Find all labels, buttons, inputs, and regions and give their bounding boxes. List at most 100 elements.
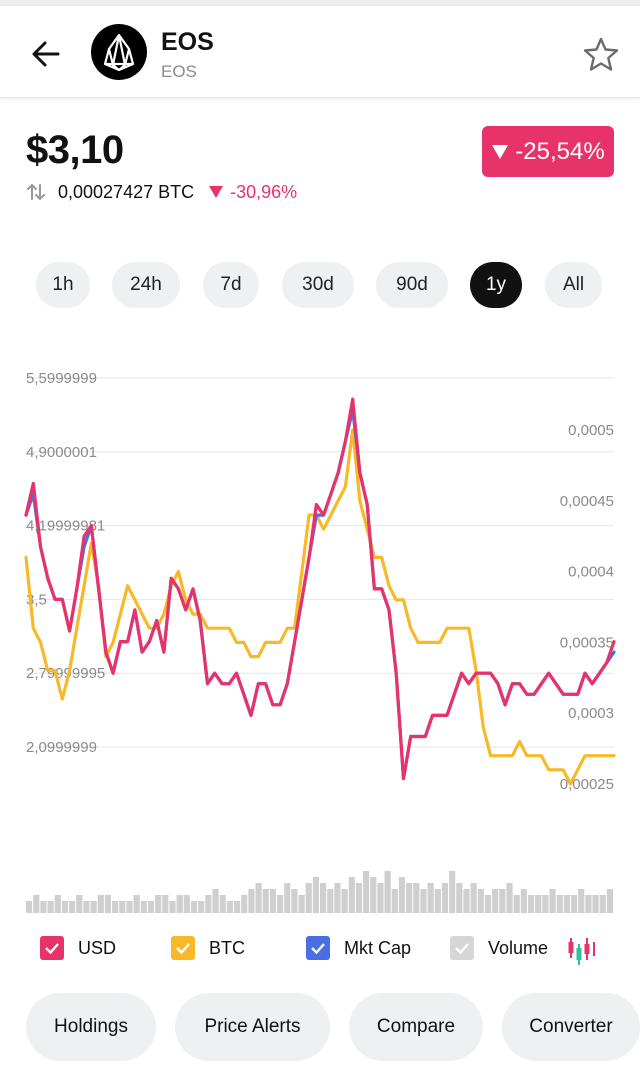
legend-mkt-cap[interactable]: Mkt Cap	[306, 936, 411, 960]
chart-legend: USD BTC Mkt Cap Volume	[0, 932, 640, 972]
volume-bar	[363, 871, 370, 913]
checkbox-icon	[40, 936, 64, 960]
volume-bar	[69, 901, 76, 913]
candlestick-toggle[interactable]	[566, 936, 596, 971]
volume-bar	[176, 895, 183, 913]
volume-bar	[320, 883, 327, 913]
volume-bar	[205, 895, 212, 913]
volume-bar	[535, 895, 542, 913]
volume-bar	[133, 895, 140, 913]
volume-bar	[406, 883, 413, 913]
price-alerts-button[interactable]: Price Alerts	[175, 993, 330, 1061]
series-line-btc	[24, 428, 616, 786]
volume-bar	[413, 883, 420, 913]
action-bar: Holdings Price Alerts Compare Converter	[0, 993, 640, 1063]
tab-1h[interactable]: 1h	[36, 262, 90, 308]
volume-bar	[513, 895, 520, 913]
volume-bar	[248, 889, 255, 913]
volume-bar	[241, 895, 248, 913]
volume-bar	[119, 901, 126, 913]
volume-bar	[585, 895, 592, 913]
btc-change-percent: -30,96%	[230, 181, 298, 202]
legend-volume[interactable]: Volume	[450, 936, 548, 960]
legend-btc[interactable]: BTC	[171, 936, 245, 960]
volume-bar	[183, 895, 190, 913]
back-button[interactable]	[26, 34, 66, 74]
volume-bar	[169, 901, 176, 913]
tab-1y[interactable]: 1y	[470, 262, 522, 308]
volume-bar	[370, 877, 377, 913]
volume-bar	[198, 901, 205, 913]
period-selector: 1h 24h 7d 30d 90d 1y All	[36, 262, 616, 308]
coin-logo	[91, 24, 147, 80]
volume-bar	[606, 889, 613, 913]
volume-bar	[334, 883, 341, 913]
volume-bar	[190, 901, 198, 913]
volume-bar	[520, 889, 527, 913]
volume-bar	[384, 871, 391, 913]
checkbox-icon	[171, 936, 195, 960]
compare-button[interactable]: Compare	[349, 993, 483, 1061]
tab-24h[interactable]: 24h	[112, 262, 180, 308]
eos-logo-icon	[103, 33, 135, 72]
volume-bar	[112, 901, 119, 913]
holdings-button[interactable]: Holdings	[26, 993, 156, 1061]
volume-bar	[255, 883, 262, 913]
volume-bar	[147, 901, 155, 913]
volume-bar	[104, 895, 112, 913]
volume-bar	[434, 889, 441, 913]
volume-bar	[484, 895, 492, 913]
volume-bar	[355, 883, 363, 913]
volume-bar	[155, 895, 162, 913]
left-tick-label: 4,9000001	[26, 444, 97, 461]
volume-bar	[420, 889, 427, 913]
right-tick-label: 0,0003	[568, 705, 614, 722]
volume-bar	[90, 901, 97, 913]
swap-arrows-icon	[27, 183, 45, 201]
legend-label: Volume	[488, 937, 549, 958]
volume-bar	[563, 895, 570, 913]
left-tick-label: 2,79999995	[26, 665, 105, 682]
volume-bar	[61, 901, 69, 913]
volume-bar	[398, 877, 406, 913]
tab-7d[interactable]: 7d	[203, 262, 259, 308]
volume-bar	[441, 883, 449, 913]
price-chart[interactable]: 5,59999994,90000014,199999813,52,7999999…	[0, 360, 640, 920]
tab-30d[interactable]: 30d	[282, 262, 354, 308]
star-icon	[583, 37, 619, 71]
volume-bar	[269, 889, 276, 913]
volume-bar	[327, 889, 334, 913]
right-tick-label: 0,0005	[568, 422, 614, 439]
checkbox-icon	[450, 936, 474, 960]
checkbox-icon	[306, 936, 330, 960]
left-tick-label: 2,0999999	[26, 739, 97, 756]
volume-bar	[305, 883, 312, 913]
volume-bar	[506, 883, 513, 913]
legend-usd[interactable]: USD	[40, 936, 116, 960]
volume-bar	[97, 895, 104, 913]
favorite-button[interactable]	[582, 36, 620, 74]
converter-button[interactable]: Converter	[502, 993, 640, 1061]
volume-bar	[212, 889, 219, 913]
btc-price-row: 0,00027427 BTC -30,96%	[26, 180, 297, 204]
tab-all[interactable]: All	[545, 262, 602, 308]
volume-bar	[233, 901, 241, 913]
volume-bar	[140, 901, 147, 913]
volume-bar	[162, 895, 169, 913]
right-tick-label: 0,00035	[560, 634, 614, 651]
tab-90d[interactable]: 90d	[376, 262, 448, 308]
app-header: EOS EOS	[0, 6, 640, 98]
volume-bar	[312, 877, 319, 913]
volume-bar	[377, 883, 384, 913]
volume-bar	[477, 889, 484, 913]
volume-bar	[499, 889, 506, 913]
left-tick-label: 5,5999999	[26, 370, 97, 387]
volume-bar	[291, 889, 298, 913]
volume-bar	[463, 889, 470, 913]
volume-bar	[341, 889, 348, 913]
triangle-down-icon	[209, 186, 224, 198]
right-tick-label: 0,00045	[560, 493, 614, 510]
legend-label: USD	[78, 937, 117, 958]
volume-bar	[348, 877, 355, 913]
volume-bar	[427, 883, 434, 913]
